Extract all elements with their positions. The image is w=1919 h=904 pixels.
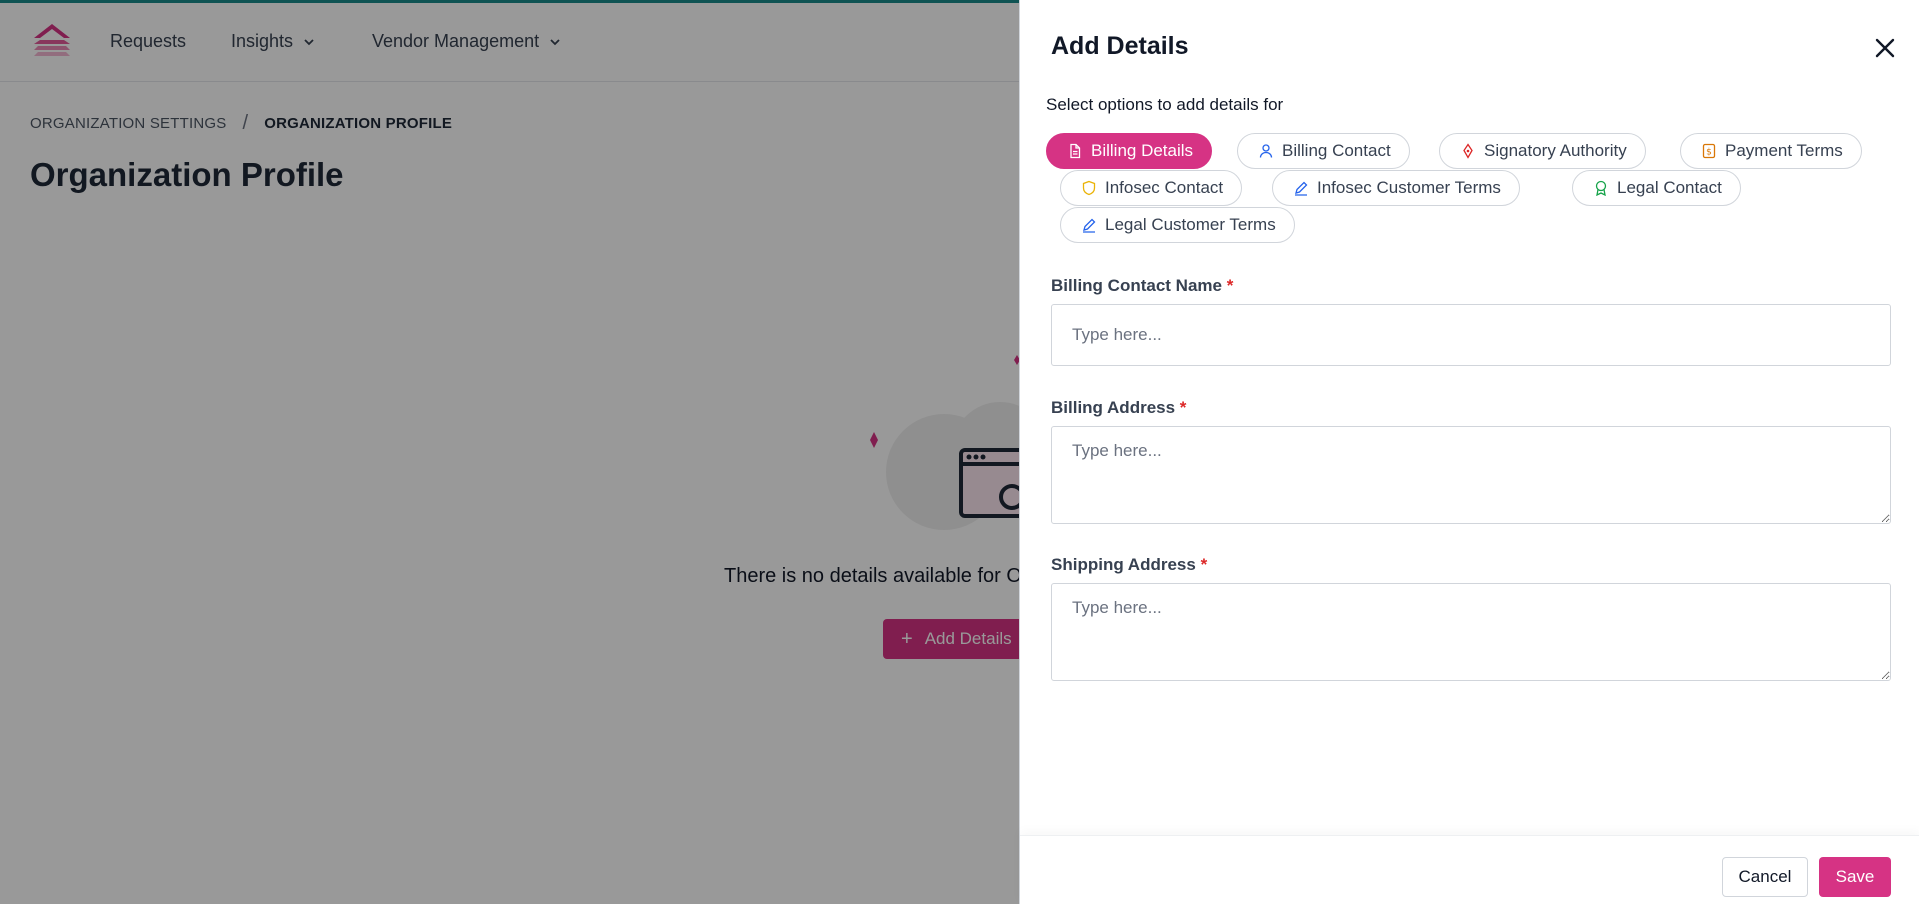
billing-address-textarea[interactable] bbox=[1051, 426, 1891, 524]
chip-label: Signatory Authority bbox=[1484, 141, 1627, 160]
billing-address-label-text: Billing Address bbox=[1051, 398, 1176, 417]
chip-legal-customer-terms[interactable]: Legal Customer Terms bbox=[1060, 207, 1295, 243]
billing-contact-name-input[interactable] bbox=[1051, 304, 1891, 366]
chip-label: Legal Contact bbox=[1617, 178, 1722, 197]
required-mark: * bbox=[1226, 276, 1234, 295]
shipping-address-label-text: Shipping Address bbox=[1051, 555, 1196, 574]
svg-text:$: $ bbox=[1706, 148, 1712, 158]
shipping-address-label: Shipping Address * bbox=[1051, 555, 1207, 575]
close-icon bbox=[1875, 38, 1895, 58]
drawer-subtitle: Select options to add details for bbox=[1046, 95, 1284, 114]
shield-icon bbox=[1082, 180, 1096, 196]
award-icon bbox=[1595, 180, 1607, 196]
chip-payment-terms[interactable]: $ Payment Terms bbox=[1680, 133, 1862, 169]
chip-label: Legal Customer Terms bbox=[1105, 215, 1276, 234]
billing-contact-name-label-text: Billing Contact Name bbox=[1051, 276, 1222, 295]
pencil-icon bbox=[1083, 218, 1096, 233]
document-icon bbox=[1070, 143, 1081, 159]
drawer-footer: Cancel Save bbox=[1020, 835, 1919, 904]
chip-label: Billing Contact bbox=[1282, 141, 1391, 160]
chip-signatory-authority[interactable]: Signatory Authority bbox=[1439, 133, 1646, 169]
chip-label: Billing Details bbox=[1091, 141, 1194, 160]
chip-billing-details[interactable]: Billing Details bbox=[1046, 133, 1213, 169]
billing-address-label: Billing Address * bbox=[1051, 398, 1186, 418]
chip-infosec-contact[interactable]: Infosec Contact bbox=[1060, 170, 1243, 206]
dollar-document-icon: $ bbox=[1702, 143, 1716, 159]
chip-infosec-customer-terms[interactable]: Infosec Customer Terms bbox=[1272, 170, 1520, 206]
chip-billing-contact[interactable]: Billing Contact bbox=[1237, 133, 1410, 169]
user-icon bbox=[1259, 144, 1273, 158]
pencil-icon bbox=[1295, 181, 1308, 196]
shipping-address-textarea[interactable] bbox=[1051, 583, 1891, 681]
cancel-button[interactable]: Cancel bbox=[1722, 857, 1808, 897]
chip-label: Payment Terms bbox=[1725, 141, 1843, 160]
chip-label: Infosec Contact bbox=[1105, 178, 1224, 197]
required-mark: * bbox=[1179, 398, 1187, 417]
pen-nib-icon bbox=[1463, 143, 1473, 159]
add-details-drawer: Add Details Select options to add detail… bbox=[1019, 0, 1919, 904]
chip-legal-contact[interactable]: Legal Contact bbox=[1572, 170, 1741, 206]
close-button[interactable] bbox=[1873, 36, 1897, 60]
save-button[interactable]: Save bbox=[1819, 857, 1891, 897]
chip-label: Infosec Customer Terms bbox=[1317, 178, 1501, 197]
modal-backdrop[interactable] bbox=[0, 0, 1019, 904]
billing-contact-name-label: Billing Contact Name * bbox=[1051, 276, 1233, 296]
drawer-title: Add Details bbox=[1051, 32, 1189, 60]
required-mark: * bbox=[1200, 555, 1208, 574]
